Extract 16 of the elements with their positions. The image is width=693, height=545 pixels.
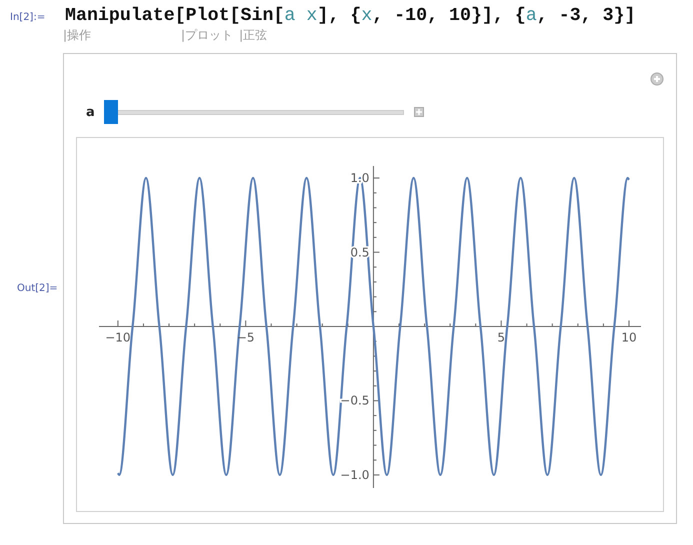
slider[interactable] — [104, 100, 404, 124]
plus-icon[interactable] — [414, 107, 424, 117]
code-annotation: |正弦 — [239, 27, 268, 44]
slider-thumb[interactable] — [104, 100, 118, 124]
slider-label: a — [86, 104, 94, 120]
input-label: In[2]:= — [10, 12, 46, 23]
plus-icon[interactable] — [650, 72, 664, 86]
code-annotation: |プロット — [181, 27, 234, 44]
code-annotation: |操作 — [63, 27, 92, 44]
y-tick-label: 1.0 — [350, 171, 370, 186]
x-tick-label: 10 — [621, 330, 637, 344]
code-line: Manipulate[Plot[Sin[a x], {x, -10, 10}], {a, -3, 3}] — [65, 6, 636, 26]
output-label: Out[2]= — [16, 283, 59, 294]
y-tick-label: −1.0 — [340, 468, 370, 482]
x-tick-label: 5 — [497, 330, 506, 344]
x-tick-label: −10 — [105, 330, 131, 344]
